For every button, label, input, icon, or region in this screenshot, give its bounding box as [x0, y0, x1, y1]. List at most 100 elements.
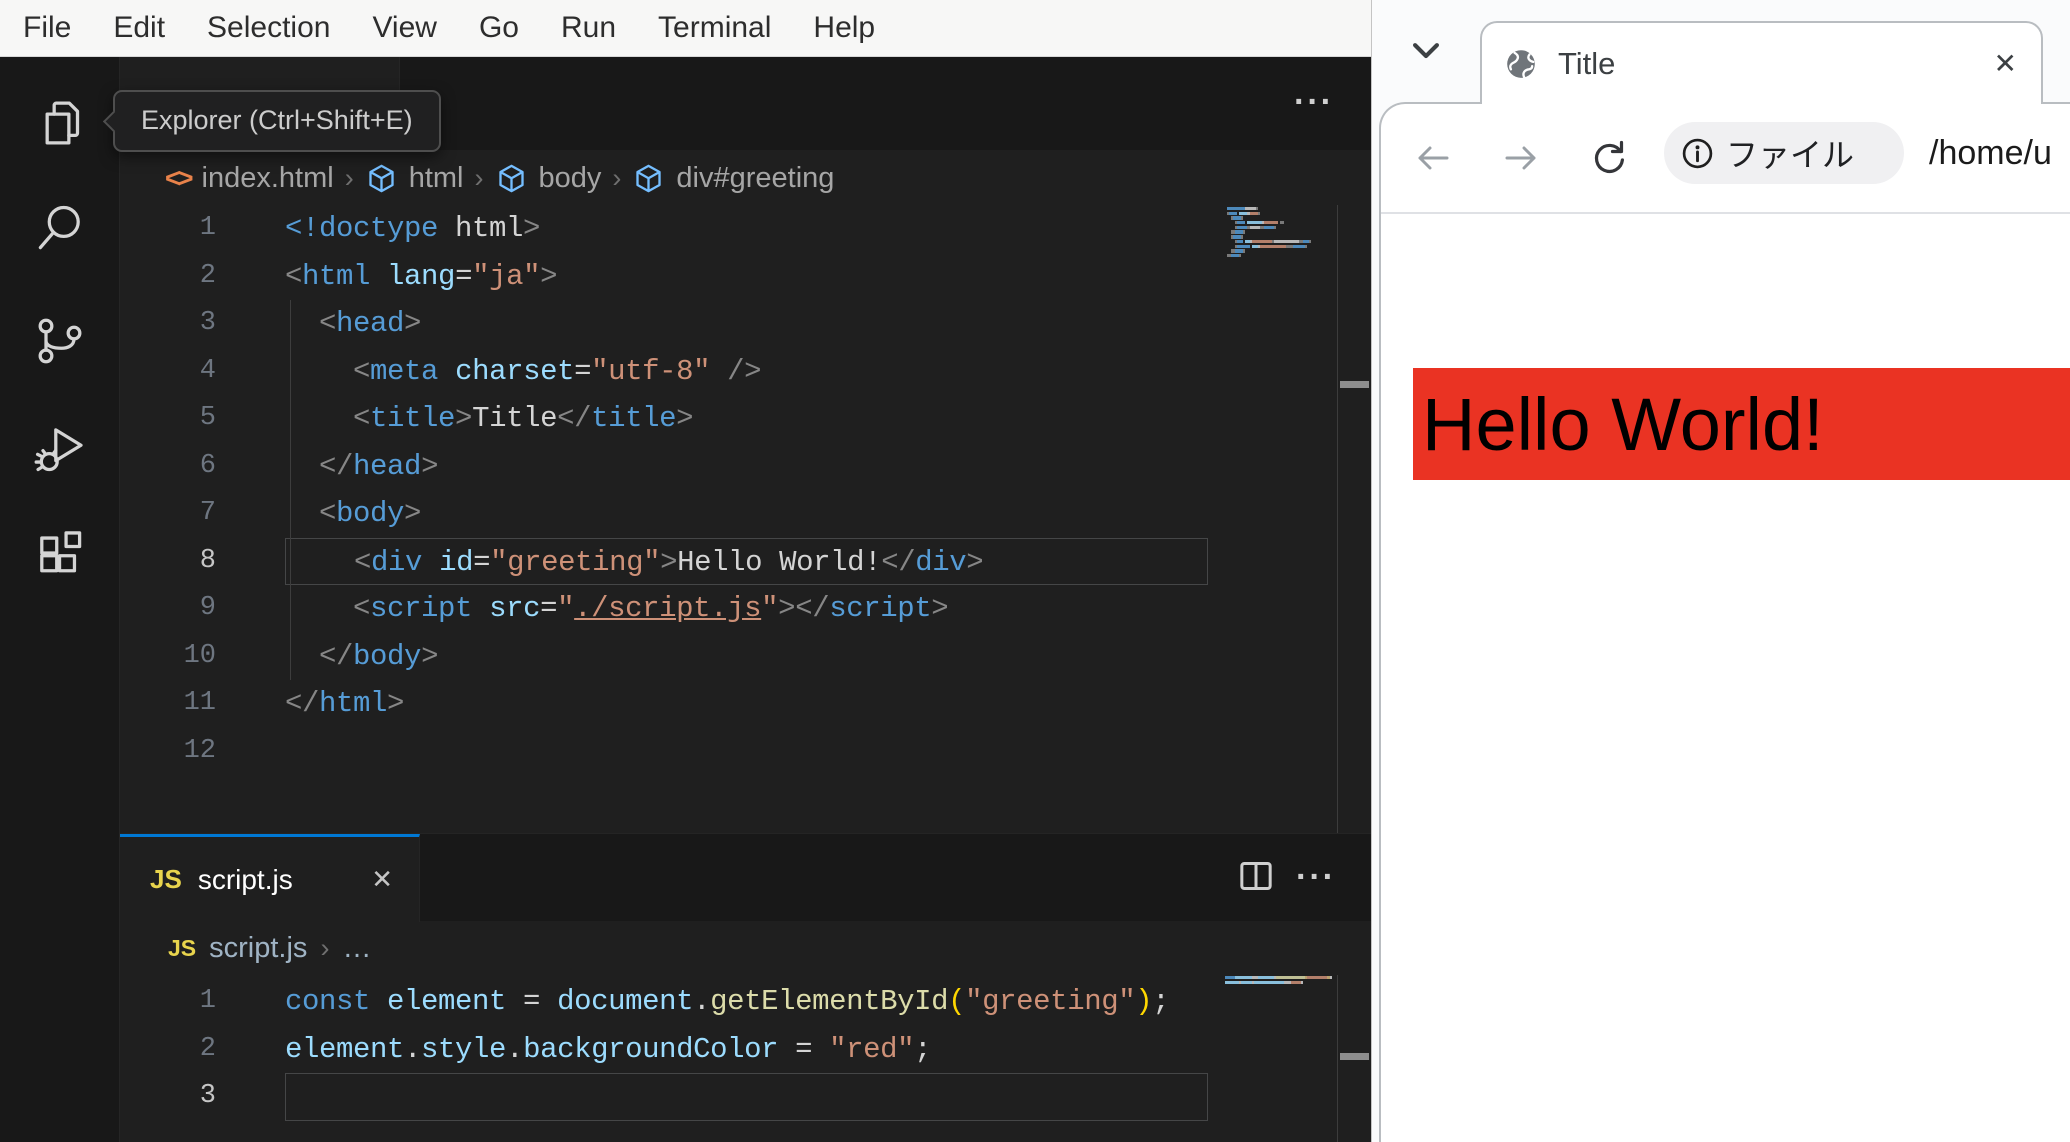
breadcrumb-separator: ›	[320, 932, 330, 963]
editor-more-actions-icon[interactable]: ···	[1296, 858, 1336, 897]
breadcrumb-segment[interactable]: div#greeting	[676, 162, 834, 195]
reload-icon	[1589, 140, 1629, 182]
reload-button[interactable]	[1589, 138, 1629, 178]
line-number[interactable]: 8	[120, 538, 240, 586]
editor-more-actions-icon[interactable]: ···	[1294, 83, 1334, 122]
line-number[interactable]: 1	[120, 978, 240, 1026]
breadcrumb-file[interactable]: script.js	[209, 932, 307, 965]
symbol-element-icon	[636, 164, 662, 193]
menu-item-run[interactable]: Run	[540, 0, 637, 56]
vscode-window: File Edit Selection View Go Run Terminal Help	[0, 0, 1371, 1142]
browser-tab[interactable]: Title ✕	[1480, 21, 2043, 104]
line-number[interactable]: 2	[120, 1026, 240, 1074]
breadcrumb-js: JS script.js › …	[168, 921, 371, 975]
indent-guide	[290, 300, 291, 680]
tooltip-text: Explorer (Ctrl+Shift+E)	[141, 105, 413, 135]
code-line[interactable]: 11 </html>	[120, 680, 1371, 728]
minimap[interactable]	[1225, 976, 1332, 990]
line-number[interactable]: 9	[120, 585, 240, 633]
breadcrumb-separator: ›	[474, 163, 484, 193]
address-bar-url[interactable]: /home/u	[1929, 104, 2052, 202]
breadcrumb-file[interactable]: index.html	[202, 162, 334, 195]
code-line[interactable]: 12	[120, 728, 1371, 776]
breadcrumb-segment[interactable]: html	[409, 162, 464, 195]
activity-bar	[0, 57, 120, 1142]
close-tab-icon[interactable]: ✕	[371, 864, 393, 895]
line-number[interactable]: 11	[120, 680, 240, 728]
browser-window: Title ✕ ファイル /home/u Hello World!	[1371, 0, 2070, 1142]
tab-search-button[interactable]	[1409, 33, 1449, 73]
code-line[interactable]: 2 element.style.backgroundColor = "red";	[120, 1026, 1371, 1074]
menu-item-help[interactable]: Help	[792, 0, 896, 56]
menu-item-edit[interactable]: Edit	[92, 0, 186, 56]
sidebar-item-extensions[interactable]	[0, 520, 120, 590]
sidebar-item-source-control[interactable]	[0, 308, 120, 378]
code-line[interactable]: 3	[120, 1073, 1371, 1121]
js-code-editor[interactable]: 1 const element = document.getElementById…	[120, 978, 1371, 1121]
menu-item-go[interactable]: Go	[458, 0, 540, 56]
info-icon	[1682, 138, 1713, 168]
line-number[interactable]: 12	[120, 728, 240, 776]
forward-button[interactable]	[1501, 138, 1541, 178]
line-number[interactable]: 2	[120, 253, 240, 301]
code-line[interactable]: 9 <script src="./script.js"></script>	[120, 585, 1371, 633]
menu-item-selection[interactable]: Selection	[186, 0, 351, 56]
cursor-position-mark	[1340, 381, 1369, 388]
code-line[interactable]: 5 <title>Title</title>	[120, 395, 1371, 443]
menu-item-view[interactable]: View	[351, 0, 457, 56]
menu-item-terminal[interactable]: Terminal	[637, 0, 792, 56]
html-file-icon: <>	[165, 163, 193, 193]
line-number[interactable]: 5	[120, 395, 240, 443]
line-number[interactable]: 6	[120, 443, 240, 491]
minimap[interactable]	[1227, 207, 1311, 263]
browser-surface: ファイル /home/u Hello World!	[1379, 102, 2070, 1142]
line-number[interactable]: 3	[120, 300, 240, 348]
globe-icon	[1507, 49, 1535, 78]
symbol-element-icon	[369, 164, 394, 193]
code-line[interactable]: 10 </body>	[120, 633, 1371, 681]
forward-arrow-icon	[1501, 146, 1541, 182]
breadcrumb-separator: ›	[344, 163, 354, 193]
code-line[interactable]: 1 <!doctype html>	[120, 205, 1371, 253]
line-number[interactable]: 4	[120, 348, 240, 396]
sidebar-item-run-and-debug[interactable]	[0, 416, 120, 486]
sidebar-item-explorer[interactable]	[0, 90, 120, 160]
code-line[interactable]: 8 <div id="greeting">Hello World!</div>	[120, 537, 1371, 586]
tab-script-js[interactable]: JS script.js ✕	[120, 834, 420, 922]
menu-bar: File Edit Selection View Go Run Terminal Help	[0, 0, 1371, 57]
explorer-tooltip: Explorer (Ctrl+Shift+E)	[102, 90, 441, 152]
code-line[interactable]: 1 const element = document.getElementById…	[120, 978, 1371, 1026]
code-line[interactable]: 4 <meta charset="utf-8" />	[120, 348, 1371, 396]
editor-tabstrip-bottom: JS script.js ✕ ···	[120, 833, 1371, 922]
cursor-position-mark	[1340, 1053, 1369, 1060]
breadcrumb-more[interactable]: …	[342, 932, 371, 965]
line-number[interactable]: 7	[120, 490, 240, 538]
browser-toolbar: ファイル /home/u	[1381, 104, 2070, 214]
code-line[interactable]: 2 <html lang="ja">	[120, 253, 1371, 301]
line-number[interactable]: 1	[120, 205, 240, 253]
explorer-icon	[32, 95, 88, 156]
source-control-icon	[32, 313, 88, 374]
back-arrow-icon	[1413, 146, 1453, 182]
line-number[interactable]: 3	[120, 1073, 240, 1121]
code-line[interactable]: 6 </head>	[120, 443, 1371, 491]
overview-ruler	[1337, 975, 1338, 1142]
site-info-chip[interactable]: ファイル	[1664, 122, 1904, 184]
code-line[interactable]: 7 <body>	[120, 490, 1371, 538]
code-line[interactable]: 3 <head>	[120, 300, 1371, 348]
tab-title: Title	[1558, 45, 1616, 81]
tab-label: script.js	[197, 863, 293, 895]
back-button[interactable]	[1413, 138, 1453, 178]
menu-item-file[interactable]: File	[2, 0, 92, 56]
html-code-editor[interactable]: 1 <!doctype html> 2 <html lang="ja"> 3 <head…	[120, 205, 1371, 775]
browser-page-content: Hello World!	[1383, 216, 2070, 1142]
run-and-debug-icon	[32, 421, 88, 482]
extensions-icon	[32, 525, 88, 586]
split-editor-icon[interactable]	[1236, 856, 1276, 896]
js-file-icon: JS	[168, 934, 197, 961]
breadcrumb-segment[interactable]: body	[539, 162, 602, 195]
close-tab-icon[interactable]: ✕	[1994, 47, 2017, 80]
line-number[interactable]: 10	[120, 633, 240, 681]
breadcrumb-separator: ›	[612, 163, 622, 193]
sidebar-item-search[interactable]	[0, 195, 120, 265]
